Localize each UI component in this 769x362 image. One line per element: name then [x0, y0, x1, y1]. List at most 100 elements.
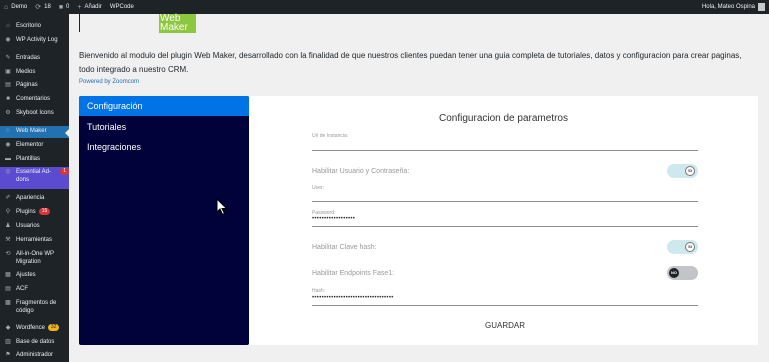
- comment-icon: ■: [58, 3, 64, 11]
- password-input-value[interactable]: ••••••••••••••••••: [312, 216, 355, 222]
- web-maker-logo: Web Maker: [159, 14, 196, 33]
- tab-integraciones[interactable]: Integraciones: [79, 137, 249, 157]
- elementor-icon: ◉: [5, 142, 11, 148]
- sidebar-item-dashboard[interactable]: ⌂ Escritorio: [0, 21, 69, 33]
- sidebar-item-label: Fragmentos de código: [16, 300, 57, 314]
- enable-hash-toggle[interactable]: SI: [667, 240, 698, 254]
- wpcode-label: WPCode: [109, 4, 134, 10]
- snippet-icon: ▩: [5, 300, 11, 306]
- sidebar-item-acf[interactable]: ▤ ACF: [0, 284, 69, 296]
- hash-input-value[interactable]: ••••••••••••••••••••••••••••••••••: [312, 295, 394, 301]
- toggle-knob: SI: [685, 166, 695, 176]
- site-name: Demo: [11, 4, 28, 10]
- sidebar-item-settings[interactable]: ▦ Ajustes: [0, 270, 69, 282]
- url-label: Url de Instancia:: [312, 133, 349, 139]
- sidebar-item-comments[interactable]: ■ Comentarios: [0, 94, 69, 106]
- sidebar-item-database[interactable]: ▥ Base de datos: [0, 337, 69, 349]
- logo-line-2: Maker: [160, 22, 188, 33]
- wpcode-link[interactable]: WPCode: [110, 4, 134, 10]
- site-name-link[interactable]: ⌂ Demo: [4, 4, 27, 11]
- add-new-label: Añadir: [84, 4, 102, 10]
- folder-icon: ▬: [5, 156, 11, 162]
- enable-user-toggle[interactable]: SI: [667, 164, 698, 178]
- toggle-knob: NO: [669, 268, 679, 278]
- sidebar-item-label: Web Maker: [16, 128, 47, 134]
- sidebar-item-wordfence[interactable]: ◆ Wordfence 32: [0, 323, 69, 335]
- settings-icon: ▦: [5, 272, 11, 278]
- sidebar-item-admin[interactable]: ⚑ Administrador: [0, 350, 69, 362]
- user-input[interactable]: [312, 201, 698, 202]
- sidebar-item-snippet[interactable]: ▩ Fragmentos de código: [0, 298, 69, 318]
- sidebar-item-label: Base de datos: [16, 339, 55, 345]
- add-new-link[interactable]: + Añadir: [77, 4, 101, 11]
- password-input[interactable]: [312, 226, 698, 227]
- sidebar-item-label: Herramientas: [16, 237, 53, 243]
- count-badge: 32: [47, 324, 60, 331]
- comments-icon: ■: [6, 96, 10, 102]
- user-icon: ♟: [5, 223, 11, 229]
- sidebar-item-folder[interactable]: ▬ Plantillas: [0, 154, 69, 166]
- count-badge: 15: [38, 208, 51, 215]
- plus-icon: +: [77, 3, 82, 11]
- toggle-knob: SI: [685, 242, 695, 252]
- hash-input[interactable]: [312, 305, 698, 306]
- comments-count: 0: [66, 4, 70, 10]
- pages-icon: ▤: [5, 82, 11, 88]
- sidebar-item-label: Comentarios: [16, 96, 51, 102]
- sidebar-item-user[interactable]: ♟ Usuarios: [0, 221, 69, 233]
- sidebar-item-label: Escritorio: [16, 23, 42, 29]
- sidebar-item-media[interactable]: ▣ Medios: [0, 67, 69, 79]
- web-maker-icon: ◌: [6, 128, 10, 134]
- sidebar-item-label: All-in-One WP Migration: [16, 251, 54, 265]
- sidebar-item-label: Usuarios: [16, 223, 40, 229]
- gear-icon: ⚙: [5, 110, 11, 116]
- sidebar-item-label: Wordfence: [16, 325, 45, 331]
- sidebar-item-pages[interactable]: ▤ Páginas: [0, 80, 69, 92]
- avatar: [758, 3, 765, 11]
- home-icon: ⌂: [4, 3, 9, 11]
- dashboard-icon: ⌂: [6, 23, 10, 29]
- sidebar-item-elementor[interactable]: ◉ Elementor: [0, 140, 69, 152]
- plugin-icon: ⚲: [5, 209, 11, 215]
- account-menu[interactable]: Hola, Mateo Ospina: [702, 0, 765, 14]
- sidebar-item-label: ACF: [16, 286, 28, 292]
- database-icon: ▥: [5, 339, 11, 345]
- enable-endpoints-toggle[interactable]: NO: [667, 266, 698, 280]
- sidebar-item-migration[interactable]: ⟲ All-in-One WP Migration: [0, 249, 69, 269]
- config-form: Configuracion de parametros Url de Insta…: [249, 96, 758, 345]
- admin-sidebar: ⌂ Escritorio ◉ WP Activity Log ✎ Entradas ▣ Med…: [0, 14, 69, 362]
- sidebar-item-label: Apariencia: [16, 195, 45, 201]
- url-input[interactable]: [312, 150, 698, 151]
- powered-by-link[interactable]: Powered by Zoomcom: [79, 79, 139, 85]
- save-button[interactable]: GUARDAR: [485, 321, 525, 330]
- updates-count: 18: [44, 4, 51, 10]
- pin-icon: ✎: [5, 55, 11, 61]
- sidebar-item-gear[interactable]: ⚙ Skyboot Icons: [0, 108, 69, 120]
- sidebar-item-label: Skyboot Icons: [16, 110, 54, 116]
- sidebar-item-label: Ajustes: [16, 272, 36, 278]
- comments-link[interactable]: ■ 0: [59, 4, 70, 11]
- sidebar-item-brush[interactable]: ✐ Apariencia: [0, 193, 69, 205]
- user-label: User:: [312, 185, 324, 191]
- media-icon: ▣: [5, 69, 11, 75]
- admin-icon: ⚑: [5, 352, 11, 358]
- tab-tutoriales[interactable]: Tutoriales: [79, 117, 249, 137]
- sidebar-item-wrench[interactable]: ⚒ Herramientas: [0, 235, 69, 247]
- sidebar-item-plugin[interactable]: ⚲ Plugins 15: [0, 207, 69, 219]
- updates-link[interactable]: ⟳ 18: [35, 3, 51, 11]
- sidebar-item-label: Entradas: [16, 55, 41, 61]
- wp-activity-icon: ◉: [5, 37, 11, 43]
- tabs-panel: Configuración Tutoriales Integraciones: [79, 96, 249, 345]
- tab-configuracion[interactable]: Configuración: [79, 96, 249, 116]
- sidebar-item-web-maker[interactable]: ◌ Web Maker: [0, 126, 69, 138]
- sidebar-item-pin[interactable]: ✎ Entradas: [0, 53, 69, 65]
- sidebar-item-label: Elementor: [16, 142, 44, 148]
- sidebar-item-wp-activity[interactable]: ◉ WP Activity Log: [0, 35, 69, 47]
- sidebar-item-essential-addons[interactable]: ◎ Essential Ad-dons 1: [0, 167, 69, 189]
- enable-endpoints-label: Habilitar Endpoints Fase1:: [312, 270, 395, 277]
- sidebar-item-label: Administrador: [16, 352, 54, 358]
- sidebar-item-label: Medios: [16, 69, 36, 75]
- essential-addons-icon: ◎: [5, 169, 11, 175]
- count-badge: 1: [60, 168, 69, 175]
- sidebar-item-label: Plugins: [16, 209, 36, 215]
